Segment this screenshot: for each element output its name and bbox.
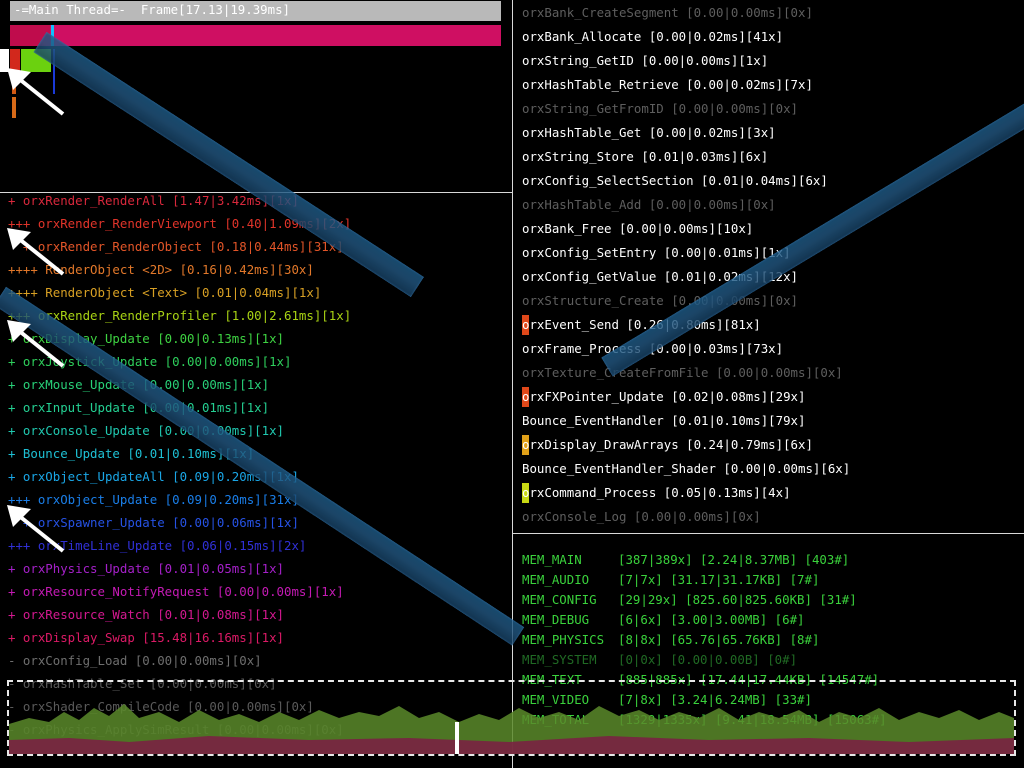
- memory-name: MEM_AUDIO: [522, 572, 590, 587]
- profiler-row[interactable]: - orxConfig_Load [0.00|0.00ms][0x]: [8, 649, 262, 672]
- call-row[interactable]: Bounce_EventHandler [0.01|0.10ms][79x]: [522, 409, 805, 432]
- call-row[interactable]: orxBank_Allocate [0.00|0.02ms][41x]: [522, 25, 783, 48]
- memory-name: MEM_CONFIG: [522, 592, 597, 607]
- profiler-row[interactable]: + orxResource_Watch [0.01|0.08ms][1x]: [8, 603, 284, 626]
- vertical-divider: [512, 0, 513, 768]
- call-row[interactable]: orxConfig_SelectSection [0.01|0.04ms][6x…: [522, 169, 828, 192]
- call-row[interactable]: orxHashTable_Add [0.00|0.00ms][0x]: [522, 193, 776, 216]
- call-row[interactable]: orxHashTable_Retrieve [0.00|0.02ms][7x]: [522, 73, 813, 96]
- memory-name: MEM_PHYSICS: [522, 632, 605, 647]
- memory-stats: [7|7x] [31.17|31.17KB] [7#]: [618, 572, 820, 587]
- memory-stats: [29|29x] [825.60|825.60KB] [31#]: [618, 592, 857, 607]
- main-thread-frame-header: -=Main Thread=- Frame[17.13|19.39ms]: [10, 1, 501, 21]
- call-row[interactable]: Bounce_EventHandler_Shader [0.00|0.00ms]…: [522, 457, 850, 480]
- memory-stats: [6|6x] [3.00|3.00MB] [6#]: [618, 612, 805, 627]
- memory-stats: [387|389x] [2.24|8.37MB] [403#]: [618, 552, 850, 567]
- profiler-row[interactable]: + orxConsole_Update [0.00|0.00ms][1x]: [8, 419, 284, 442]
- call-row[interactable]: orxFXPointer_Update [0.02|0.08ms][29x]: [522, 385, 805, 408]
- call-row[interactable]: orxConsole_Log [0.00|0.00ms][0x]: [522, 505, 761, 528]
- pointer-arrow-icon: [7, 228, 65, 276]
- memory-name: MEM_MAIN: [522, 552, 582, 567]
- call-row[interactable]: orxCommand_Process [0.05|0.13ms][4x]: [522, 481, 791, 504]
- call-row[interactable]: orxString_GetFromID [0.00|0.00ms][0x]: [522, 97, 798, 120]
- pointer-arrow-icon: [7, 320, 65, 368]
- call-row[interactable]: orxHashTable_Get [0.00|0.02ms][3x]: [522, 121, 776, 144]
- call-row[interactable]: orxBank_Free [0.00|0.00ms][10x]: [522, 217, 753, 240]
- profiler-row[interactable]: + orxPhysics_Update [0.01|0.05ms][1x]: [8, 557, 284, 580]
- call-row[interactable]: orxString_Store [0.01|0.03ms][6x]: [522, 145, 768, 168]
- memory-stats: [8|8x] [65.76|65.76KB] [8#]: [618, 632, 820, 647]
- pointer-arrow-icon: [7, 505, 65, 553]
- frame-bar: [10, 25, 501, 46]
- call-row[interactable]: orxDisplay_DrawArrays [0.24|0.79ms][6x]: [522, 433, 813, 456]
- memory-stats: [0|0x] [0.00|0.00B] [0#]: [618, 652, 798, 667]
- profiler-row[interactable]: + orxDisplay_Swap [15.48|16.16ms][1x]: [8, 626, 284, 649]
- call-row[interactable]: orxBank_CreateSegment [0.00|0.00ms][0x]: [522, 1, 813, 24]
- call-row[interactable]: orxTexture_CreateFromFile [0.00|0.00ms][…: [522, 361, 843, 384]
- frame-graph-selection: [7, 680, 1016, 756]
- call-row[interactable]: orxString_GetID [0.00|0.00ms][1x]: [522, 49, 768, 72]
- memory-name: MEM_DEBUG: [522, 612, 590, 627]
- profiler-row[interactable]: ++++ RenderObject <Text> [0.01|0.04ms][1…: [8, 281, 321, 304]
- memory-name: MEM_SYSTEM: [522, 652, 597, 667]
- right-horizontal-divider: [513, 533, 1024, 534]
- call-row[interactable]: orxConfig_SetEntry [0.00|0.01ms][1x]: [522, 241, 791, 264]
- pointer-arrow-icon: [7, 68, 65, 116]
- call-row[interactable]: orxStructure_Create [0.00|0.00ms][0x]: [522, 289, 798, 312]
- profiler-row[interactable]: + orxResource_NotifyRequest [0.00|0.00ms…: [8, 580, 344, 603]
